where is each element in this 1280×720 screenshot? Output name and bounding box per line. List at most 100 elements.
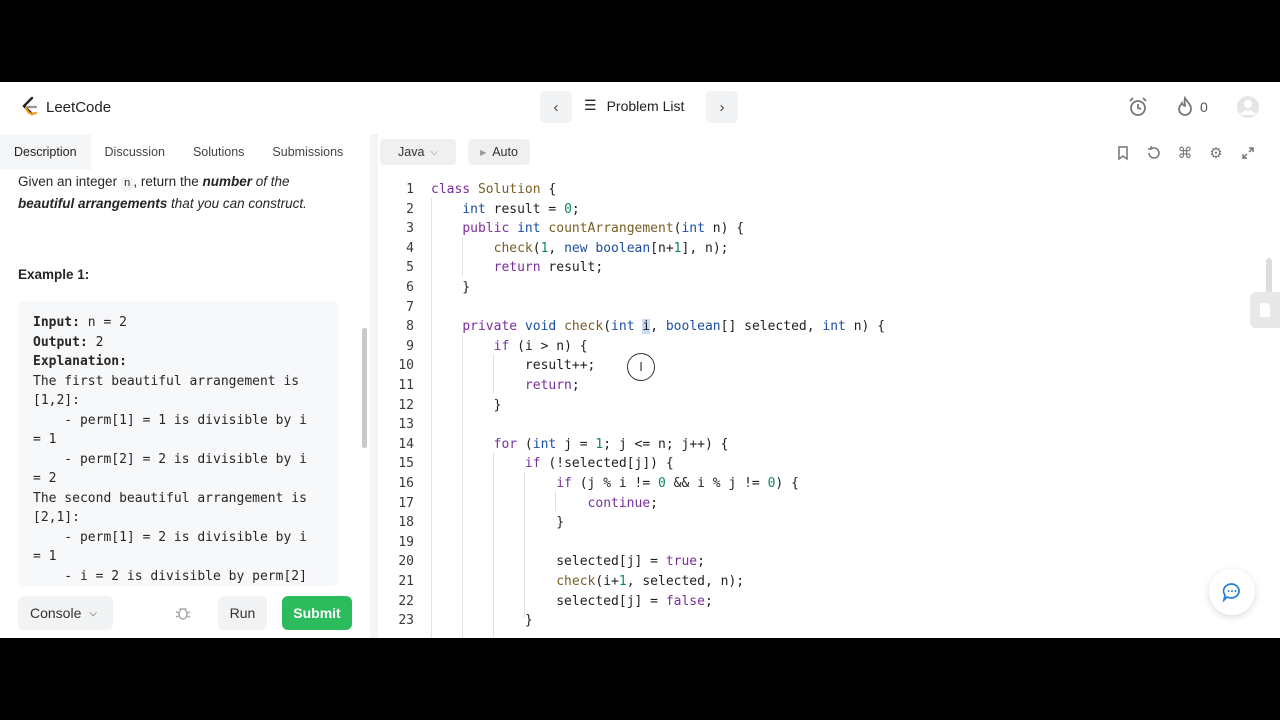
line-number: 8 <box>406 319 414 335</box>
code-line[interactable]: 22 selected[j] = false; <box>378 592 1268 612</box>
line-number: 6 <box>406 280 414 295</box>
auto-mode-button[interactable]: ▶ Auto <box>468 139 530 165</box>
avatar[interactable] <box>1235 94 1261 120</box>
tab-solutions[interactable]: Solutions <box>179 134 258 170</box>
line-number: 9 <box>406 338 414 354</box>
code-text: class Solution { <box>431 182 557 197</box>
tab-description[interactable]: Description <box>0 134 91 170</box>
code-text: int result = 0; <box>462 201 580 217</box>
code-text: } <box>431 280 471 295</box>
code-line[interactable]: 18 } <box>378 513 1268 533</box>
code-line[interactable]: 1 class Solution { <box>378 180 1268 200</box>
reset-code-icon[interactable] <box>1145 144 1163 162</box>
code-line[interactable]: 8 private void check(int i, boolean[] se… <box>378 317 1268 337</box>
problem-list-button[interactable]: ☰ Problem List <box>584 97 684 114</box>
code-text: public int countArrangement(int n) { <box>462 221 745 237</box>
code-line[interactable]: 7 <box>378 298 1268 318</box>
code-line[interactable]: 5 return result; <box>378 258 1268 278</box>
console-label: Console <box>30 605 82 621</box>
text-cursor-icon: Ⅰ <box>639 360 643 374</box>
example-line: Input: n = 2 <box>33 315 127 330</box>
line-number: 18 <box>398 515 414 531</box>
problem-list-label: Problem List <box>606 97 685 114</box>
code-text: for (int j = 1; j <= n; j++) { <box>493 436 729 452</box>
line-number: 16 <box>398 476 414 491</box>
tab-discussion[interactable]: Discussion <box>91 134 179 170</box>
auto-label: Auto <box>492 145 518 159</box>
code-editor-panel: Java ⌵ ▶ Auto ⌘ ⚙ 1 class Solution {2 i… <box>378 134 1280 638</box>
code-line[interactable]: 4 check(1, new boolean[n+1], n); <box>378 239 1268 259</box>
settings-gear-icon[interactable]: ⚙ <box>1207 144 1225 162</box>
panel-divider[interactable] <box>370 134 378 638</box>
chevron-down-icon: ⌵ <box>430 146 438 158</box>
line-number: 12 <box>398 397 414 413</box>
next-problem-button[interactable]: › <box>706 91 738 123</box>
line-number: 22 <box>398 593 414 609</box>
code-text: check(i+1, selected, n); <box>556 574 745 589</box>
example-line: The first beautiful arrangement is <box>33 373 300 389</box>
code-line[interactable]: 2 int result = 0; <box>378 200 1268 220</box>
code-line[interactable]: 17 continue; <box>378 494 1268 514</box>
debug-bug-icon[interactable] <box>174 604 192 627</box>
line-number: 13 <box>398 417 414 433</box>
line-number: 1 <box>406 182 414 197</box>
alarm-clock-icon[interactable] <box>1125 94 1151 120</box>
logo-text: LeetCode <box>46 98 112 116</box>
logo[interactable]: LeetCode <box>20 96 111 118</box>
code-line[interactable]: 23 } <box>378 611 1268 631</box>
side-notes-tab[interactable] <box>1250 292 1280 328</box>
fire-streak-icon[interactable] <box>1172 94 1198 120</box>
language-select[interactable]: Java ⌵ <box>380 139 456 165</box>
mouse-cursor-indicator: Ⅰ <box>627 353 655 381</box>
problem-description: Given an integer n, return the number of… <box>18 174 307 211</box>
console-button[interactable]: Console ⌵ <box>18 596 113 630</box>
line-number: 23 <box>398 613 414 629</box>
submit-button[interactable]: Submit <box>282 596 352 630</box>
code-line[interactable]: 13 <box>378 415 1268 435</box>
code-area[interactable]: 1 class Solution { 2 int result = 0; 3 publ… <box>378 180 1268 638</box>
code-text: } <box>431 613 533 629</box>
bottom-action-bar: Console ⌵ Run Submit <box>0 588 370 638</box>
line-number: 7 <box>406 299 414 315</box>
expand-icon[interactable] <box>1239 144 1257 162</box>
example-line: The second beautiful arrangement is <box>33 490 307 506</box>
description-scrollbar[interactable] <box>362 328 367 448</box>
example-line: - i = 2 is divisible by perm[2] <box>33 568 307 584</box>
code-line[interactable]: 6 } <box>378 278 1268 298</box>
example-box: Input: n = 2 Output: 2 Explanation: The fir… <box>18 301 338 586</box>
panel-tabs: Description Discussion Solutions Submiss… <box>0 134 370 170</box>
run-button[interactable]: Run <box>218 596 267 630</box>
code-line[interactable]: 12 } <box>378 396 1268 416</box>
code-line[interactable]: 15 if (!selected[j]) { <box>378 454 1268 474</box>
bookmark-icon[interactable] <box>1114 144 1132 162</box>
command-shortcut-icon[interactable]: ⌘ <box>1176 144 1194 162</box>
code-line[interactable]: 14 for (int j = 1; j <= n; j++) { <box>378 435 1268 455</box>
code-text: return result; <box>493 260 604 276</box>
example-line: [2,1]: <box>33 510 80 525</box>
example-content: Input: n = 2 Output: 2 Explanation: The fir… <box>33 313 323 586</box>
top-header: LeetCode ‹ ☰ Problem List › 0 <box>0 82 1280 132</box>
example-line: - perm[1] = 2 is divisible by i <box>33 529 307 545</box>
code-line[interactable]: 21 check(i+1, selected, n); <box>378 572 1268 592</box>
line-number: 10 <box>398 358 414 374</box>
line-number: 4 <box>406 240 414 256</box>
code-line[interactable]: 9 if (i > n) { <box>378 337 1268 357</box>
code-line[interactable]: 10 result++; <box>378 356 1268 376</box>
code-line[interactable]: 19 <box>378 533 1268 553</box>
example-line: = 2 <box>33 471 57 486</box>
feedback-chat-button[interactable] <box>1209 569 1255 615</box>
chevron-left-icon: ‹ <box>553 98 559 116</box>
code-line[interactable]: 20 selected[j] = true; <box>378 552 1268 572</box>
line-number: 21 <box>398 574 414 589</box>
prev-problem-button[interactable]: ‹ <box>540 91 572 123</box>
code-line[interactable]: 11 return; <box>378 376 1268 396</box>
code-line[interactable]: 3 public int countArrangement(int n) { <box>378 219 1268 239</box>
code-text: private void check(int i, boolean[] sele… <box>462 319 886 335</box>
code-line[interactable]: 16 if (j % i != 0 && i % j != 0) { <box>378 474 1268 494</box>
document-icon <box>1260 303 1270 317</box>
line-number: 19 <box>398 534 414 550</box>
tab-submissions[interactable]: Submissions <box>258 134 357 170</box>
leetcode-logo-icon <box>22 96 38 116</box>
example-line: Explanation: <box>33 354 127 369</box>
language-label: Java <box>398 145 425 159</box>
